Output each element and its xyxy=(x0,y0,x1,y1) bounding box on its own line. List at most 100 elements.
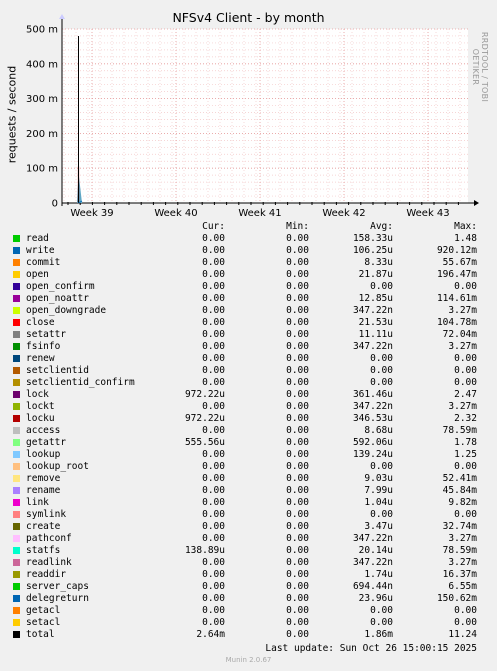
legend-cur: 0.00 xyxy=(202,317,225,328)
legend-row-open_confirm: open_confirm 0.00 0.00 0.00 0.00 xyxy=(0,281,497,293)
legend-cur: 0.00 xyxy=(202,305,225,316)
legend-avg: 11.11u xyxy=(358,329,393,340)
legend-min: 0.00 xyxy=(286,593,309,604)
legend-max: 196.47m xyxy=(436,269,477,280)
legend-min: 0.00 xyxy=(286,437,309,448)
legend-swatch xyxy=(13,607,20,614)
legend-name: setclientid_confirm xyxy=(26,377,135,388)
legend-avg: 0.00 xyxy=(370,617,393,628)
legend-swatch xyxy=(13,487,20,494)
legend-row-renew: renew 0.00 0.00 0.00 0.00 xyxy=(0,353,497,365)
legend-min: 0.00 xyxy=(286,257,309,268)
plot-area: 0 100 m 200 m 300 m 400 m 500 m Week 39 Week 40… xyxy=(26,14,479,219)
legend-min: 0.00 xyxy=(286,557,309,568)
legend-swatch xyxy=(13,295,20,302)
legend-swatch xyxy=(13,583,20,590)
legend-row-symlink: symlink 0.00 0.00 0.00 0.00 xyxy=(0,509,497,521)
legend-name: server_caps xyxy=(26,581,89,592)
x-tick-label: Week 43 xyxy=(406,208,449,219)
legend-swatch xyxy=(13,391,20,398)
legend-avg: 8.68u xyxy=(364,425,393,436)
legend-cur: 0.00 xyxy=(202,617,225,628)
legend-name: statfs xyxy=(26,545,61,556)
legend-name: access xyxy=(26,425,61,436)
legend-avg: 3.47u xyxy=(364,521,393,532)
legend-avg: 0.00 xyxy=(370,377,393,388)
legend-avg: 346.53u xyxy=(352,413,393,424)
header-max: Max: xyxy=(454,221,477,232)
legend-name: delegreturn xyxy=(26,593,89,604)
legend-min: 0.00 xyxy=(286,545,309,556)
legend-min: 0.00 xyxy=(286,617,309,628)
legend-min: 0.00 xyxy=(286,461,309,472)
legend-cur: 0.00 xyxy=(202,365,225,376)
legend-swatch xyxy=(13,619,20,626)
header-min: Min: xyxy=(286,221,309,232)
legend-cur: 0.00 xyxy=(202,377,225,388)
legend-max: 0.00 xyxy=(454,461,477,472)
legend-cur: 0.00 xyxy=(202,569,225,580)
legend-cur: 0.00 xyxy=(202,449,225,460)
legend-row-read: read 0.00 0.00 158.33u 1.48 xyxy=(0,233,497,245)
legend-row-remove: remove 0.00 0.00 9.03u 52.41m xyxy=(0,473,497,485)
legend-name: open xyxy=(26,269,49,280)
legend-swatch xyxy=(13,283,20,290)
legend-max: 104.78m xyxy=(436,317,477,328)
legend-row-setclientid_confirm: setclientid_confirm 0.00 0.00 0.00 0.00 xyxy=(0,377,497,389)
legend-row-create: create 0.00 0.00 3.47u 32.74m xyxy=(0,521,497,533)
legend-cur: 972.22u xyxy=(184,413,225,424)
legend-cur: 0.00 xyxy=(202,293,225,304)
legend-cur: 0.00 xyxy=(202,521,225,532)
legend-max: 3.27m xyxy=(448,533,477,544)
legend-avg: 347.22n xyxy=(352,401,393,412)
legend-max: 55.67m xyxy=(442,257,477,268)
legend-name: readlink xyxy=(26,557,72,568)
legend-avg: 1.04u xyxy=(364,497,393,508)
legend-avg: 9.03u xyxy=(364,473,393,484)
legend-cur: 0.00 xyxy=(202,425,225,436)
legend-row-lookup_root: lookup_root 0.00 0.00 0.00 0.00 xyxy=(0,461,497,473)
legend-name: readdir xyxy=(26,569,67,580)
legend-max: 9.82m xyxy=(448,497,477,508)
legend-name: locku xyxy=(26,413,55,424)
legend-max: 1.78 xyxy=(454,437,477,448)
legend-cur: 0.00 xyxy=(202,605,225,616)
legend-row-lookup: lookup 0.00 0.00 139.24u 1.25 xyxy=(0,449,497,461)
legend-row-readlink: readlink 0.00 0.00 347.22n 3.27m xyxy=(0,557,497,569)
legend-cur: 0.00 xyxy=(202,269,225,280)
legend-swatch xyxy=(13,571,20,578)
legend-row-fsinfo: fsinfo 0.00 0.00 347.22n 3.27m xyxy=(0,341,497,353)
legend-max: 0.00 xyxy=(454,365,477,376)
legend-avg: 20.14u xyxy=(358,545,393,556)
legend-cur: 0.00 xyxy=(202,461,225,472)
legend-avg: 21.87u xyxy=(358,269,393,280)
legend-max: 1.25 xyxy=(454,449,477,460)
legend-row-rename: rename 0.00 0.00 7.99u 45.84m xyxy=(0,485,497,497)
legend-cur: 972.22u xyxy=(184,389,225,400)
plot-background xyxy=(62,29,468,203)
legend-cur: 0.00 xyxy=(202,533,225,544)
legend-cur: 0.00 xyxy=(202,281,225,292)
legend-swatch xyxy=(13,595,20,602)
legend-name: setclientid xyxy=(26,365,89,376)
legend-swatch xyxy=(13,631,20,638)
legend-row-readdir: readdir 0.00 0.00 1.74u 16.37m xyxy=(0,569,497,581)
legend-max: 0.00 xyxy=(454,509,477,520)
legend-max: 1.48 xyxy=(454,233,477,244)
legend-row-link: link 0.00 0.00 1.04u 9.82m xyxy=(0,497,497,509)
legend-name: total xyxy=(26,629,55,640)
legend-cur: 0.00 xyxy=(202,557,225,568)
legend-cur: 0.00 xyxy=(202,245,225,256)
legend-avg: 347.22n xyxy=(352,305,393,316)
x-axis-arrow xyxy=(474,200,479,206)
legend-max: 150.62m xyxy=(436,593,477,604)
legend-swatch xyxy=(13,475,20,482)
legend-cur: 0.00 xyxy=(202,485,225,496)
y-tick-label: 100 m xyxy=(26,164,58,175)
legend-avg: 347.22n xyxy=(352,533,393,544)
legend-max: 52.41m xyxy=(442,473,477,484)
legend-max: 72.04m xyxy=(442,329,477,340)
legend-row-setattr: setattr 0.00 0.00 11.11u 72.04m xyxy=(0,329,497,341)
legend-cur: 0.00 xyxy=(202,233,225,244)
legend-row-commit: commit 0.00 0.00 8.33u 55.67m xyxy=(0,257,497,269)
